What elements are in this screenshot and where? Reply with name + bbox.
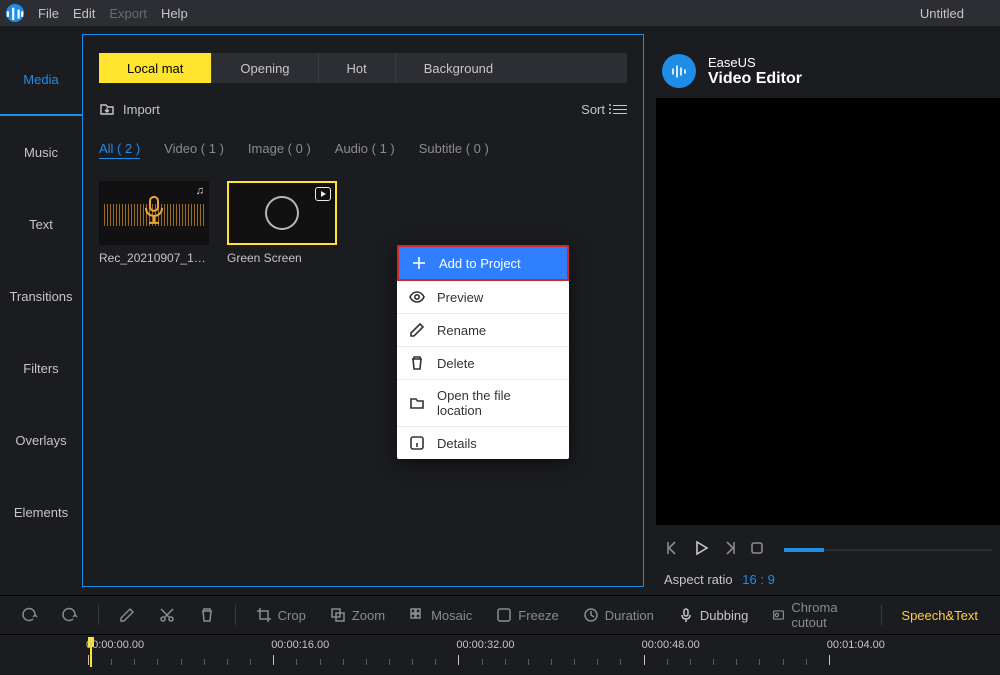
timeline-ruler[interactable]: 00:00:00.00 00:00:16.00 00:00:32.00 00:00:4… [74, 641, 1000, 669]
import-button[interactable]: Import [99, 101, 160, 117]
separator [881, 605, 882, 625]
edit-button[interactable] [109, 603, 145, 627]
playback-controls [656, 525, 1000, 566]
next-frame-button[interactable] [720, 539, 738, 560]
context-menu: Add to Project Preview Rename Delete Ope… [397, 245, 569, 459]
microphone-icon [141, 195, 167, 228]
eye-icon [409, 289, 425, 305]
tab-hot[interactable]: Hot [319, 53, 396, 83]
timeline-mark: 00:01:04.00 [827, 639, 885, 651]
ctx-label: Delete [437, 356, 475, 371]
filter-subtitle[interactable]: Subtitle ( 0 ) [419, 141, 489, 159]
dubbing-button[interactable]: Dubbing [668, 603, 758, 627]
ctx-label: Rename [437, 323, 486, 338]
sidebar-item-overlays[interactable]: Overlays [0, 404, 82, 476]
playback-progress[interactable] [784, 549, 992, 551]
ctx-open-location[interactable]: Open the file location [397, 380, 569, 427]
timeline-mark: 00:00:16.00 [271, 639, 329, 651]
ctx-delete[interactable]: Delete [397, 347, 569, 380]
sidebar-item-text[interactable]: Text [0, 188, 82, 260]
filter-video[interactable]: Video ( 1 ) [164, 141, 224, 159]
mosaic-button[interactable]: Mosaic [399, 603, 482, 627]
sidebar-item-elements[interactable]: Elements [0, 476, 82, 548]
ctx-details[interactable]: Details [397, 427, 569, 459]
video-badge-icon [315, 187, 331, 201]
media-item-name: Green Screen [227, 251, 337, 265]
timeline-mark: 00:00:00.00 [86, 639, 144, 651]
ctx-preview[interactable]: Preview [397, 281, 569, 314]
sidebar-item-filters[interactable]: Filters [0, 332, 82, 404]
sidebar-item-media[interactable]: Media [0, 44, 82, 116]
media-item-name: Rec_20210907_1635... [99, 251, 209, 265]
sort-list-icon [613, 105, 627, 114]
aspect-ratio-value[interactable]: 16 : 9 [742, 572, 775, 587]
import-label: Import [123, 102, 160, 117]
plus-icon [411, 255, 427, 271]
ctx-label: Add to Project [439, 256, 521, 271]
app-logo-icon [6, 4, 24, 22]
sidebar-item-music[interactable]: Music [0, 116, 82, 188]
folder-icon [409, 395, 425, 411]
speech-text-button[interactable]: Speech&Text [891, 604, 988, 627]
media-source-tabs: Local mat Opening Hot Background [99, 53, 627, 83]
duration-button[interactable]: Duration [573, 603, 664, 627]
undo-button[interactable] [12, 603, 48, 627]
document-title: Untitled [920, 6, 964, 21]
info-icon [409, 435, 425, 451]
brand-product: Video Editor [708, 70, 802, 88]
ctx-rename[interactable]: Rename [397, 314, 569, 347]
filter-image[interactable]: Image ( 0 ) [248, 141, 311, 159]
edit-toolbar: Crop Zoom Mosaic Freeze Duration Dubbing… [0, 595, 1000, 635]
timeline-mark: 00:00:32.00 [456, 639, 514, 651]
audio-badge-icon: ♫ [196, 185, 204, 197]
preview-pane: EaseUS Video Editor Aspect ratio 16 : 9 [644, 26, 1000, 595]
aspect-ratio-label: Aspect ratio [664, 572, 733, 587]
pencil-icon [409, 322, 425, 338]
separator [235, 605, 236, 625]
menu-file[interactable]: File [38, 6, 59, 21]
zoom-button[interactable]: Zoom [320, 603, 395, 627]
play-button[interactable] [692, 539, 710, 560]
ctx-label: Open the file location [437, 388, 557, 418]
media-item-audio[interactable]: ♫ Rec_20210907_1635... [99, 181, 209, 265]
timeline-mark: 00:00:48.00 [642, 639, 700, 651]
sort-button[interactable]: Sort [581, 102, 627, 117]
separator [98, 605, 99, 625]
delete-button[interactable] [189, 603, 225, 627]
freeze-button[interactable]: Freeze [486, 603, 568, 627]
media-filters: All ( 2 ) Video ( 1 ) Image ( 0 ) Audio … [99, 141, 627, 159]
timeline[interactable]: 00:00:00.00 00:00:16.00 00:00:32.00 00:00:4… [0, 635, 1000, 675]
tab-local[interactable]: Local mat [99, 53, 212, 83]
tab-opening[interactable]: Opening [212, 53, 318, 83]
chroma-button[interactable]: Chroma cutout [762, 596, 870, 634]
aspect-ratio-row: Aspect ratio 16 : 9 [656, 566, 1000, 587]
media-panel: Local mat Opening Hot Background Import … [82, 34, 644, 587]
stop-button[interactable] [748, 539, 766, 560]
redo-button[interactable] [52, 603, 88, 627]
ctx-add-to-project[interactable]: Add to Project [397, 245, 569, 281]
menu-help[interactable]: Help [161, 6, 188, 21]
ctx-label: Details [437, 436, 477, 451]
menu-bar: File Edit Export Help Untitled [0, 0, 1000, 26]
brand-name: EaseUS [708, 55, 802, 70]
crop-button[interactable]: Crop [246, 603, 316, 627]
media-item-video[interactable]: Green Screen [227, 181, 337, 265]
menu-edit[interactable]: Edit [73, 6, 95, 21]
preview-viewport[interactable] [656, 98, 1000, 525]
ctx-label: Preview [437, 290, 483, 305]
filter-all[interactable]: All ( 2 ) [99, 141, 140, 159]
sidebar: Media Music Text Transitions Filters Ove… [0, 26, 82, 595]
prev-frame-button[interactable] [664, 539, 682, 560]
filter-audio[interactable]: Audio ( 1 ) [335, 141, 395, 159]
sidebar-item-transitions[interactable]: Transitions [0, 260, 82, 332]
trash-icon [409, 355, 425, 371]
menu-export[interactable]: Export [109, 6, 147, 21]
brand-logo-icon [662, 54, 696, 88]
tab-background[interactable]: Background [396, 53, 521, 83]
sort-label: Sort [581, 102, 605, 117]
import-icon [99, 101, 115, 117]
brand: EaseUS Video Editor [662, 54, 1000, 88]
cut-button[interactable] [149, 603, 185, 627]
